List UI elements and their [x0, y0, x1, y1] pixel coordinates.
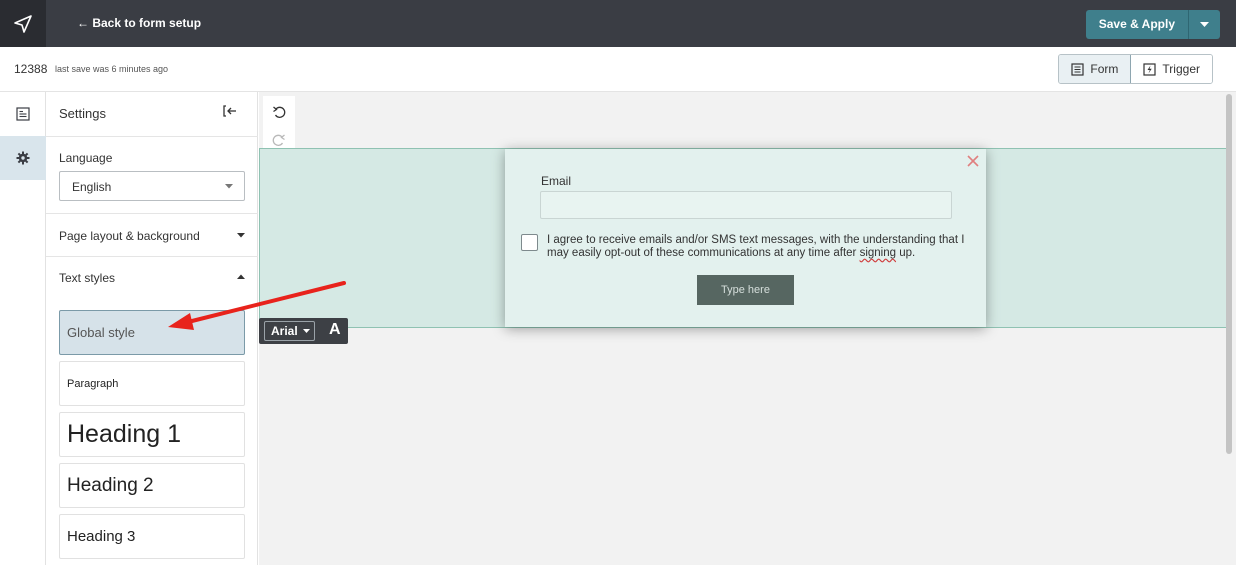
- style-paragraph[interactable]: Paragraph: [59, 361, 245, 406]
- section-text-styles[interactable]: Text styles: [59, 271, 115, 285]
- font-toolbar: Arial A: [259, 318, 348, 344]
- save-apply-button[interactable]: Save & Apply: [1086, 10, 1188, 39]
- tab-form[interactable]: Form: [1059, 55, 1132, 83]
- style-global-label: Global style: [67, 325, 135, 340]
- email-label: Email: [541, 174, 572, 188]
- font-family-value: Arial: [271, 324, 298, 338]
- tab-trigger-label: Trigger: [1162, 62, 1200, 76]
- settings-panel: Settings Language English Page layout & …: [46, 92, 258, 565]
- paper-plane-icon: [14, 14, 32, 33]
- back-to-form-setup-link[interactable]: ← Back to form setup: [77, 16, 201, 30]
- chevron-down-icon: [225, 184, 233, 189]
- close-button[interactable]: [967, 154, 979, 172]
- consent-text: I agree to receive emails and/or SMS tex…: [547, 234, 967, 260]
- settings-title: Settings: [59, 106, 106, 121]
- undo-button[interactable]: [263, 98, 295, 126]
- collapse-left-icon: [223, 105, 236, 117]
- style-heading-3-label: Heading 3: [67, 528, 136, 545]
- style-heading-1-label: Heading 1: [67, 420, 181, 448]
- style-heading-3[interactable]: Heading 3: [59, 514, 245, 559]
- collapse-panel-button[interactable]: [222, 104, 238, 121]
- language-label: Language: [59, 151, 113, 165]
- style-paragraph-label: Paragraph: [67, 377, 119, 390]
- text-color-button[interactable]: A: [329, 321, 341, 339]
- consent-text-flagged-word: signing: [859, 247, 897, 259]
- caret-down-icon: [302, 328, 310, 333]
- section-page-layout[interactable]: Page layout & background: [59, 229, 200, 243]
- save-options-dropdown[interactable]: [1188, 10, 1220, 39]
- redo-icon: [272, 134, 285, 146]
- icon-rail: [0, 92, 46, 565]
- caret-up-icon[interactable]: [237, 274, 245, 279]
- submit-button[interactable]: Type here: [697, 275, 794, 305]
- rail-item-form-fields[interactable]: [0, 92, 46, 136]
- status-row: 12388 last save was 6 minutes ago Form T…: [0, 47, 1236, 92]
- last-save-note: last save was 6 minutes ago: [55, 64, 169, 74]
- trigger-icon: [1143, 62, 1157, 76]
- signup-form-modal: Email I agree to receive emails and/or S…: [505, 149, 986, 327]
- caret-down-icon: [1200, 21, 1209, 27]
- divider: [46, 136, 258, 137]
- style-global[interactable]: Global style: [59, 310, 245, 355]
- style-heading-2-label: Heading 2: [67, 474, 154, 496]
- language-select[interactable]: English: [59, 171, 245, 201]
- consent-checkbox[interactable]: [521, 234, 538, 251]
- style-heading-1[interactable]: Heading 1: [59, 412, 245, 457]
- gear-icon: [16, 151, 30, 165]
- font-family-select[interactable]: Arial: [264, 321, 315, 341]
- undo-icon: [273, 106, 286, 118]
- language-value: English: [72, 180, 112, 194]
- tab-trigger[interactable]: Trigger: [1131, 55, 1212, 83]
- history-controls: [263, 96, 295, 156]
- divider: [46, 213, 258, 214]
- save-apply-group: Save & Apply: [1085, 10, 1220, 39]
- form-id: 12388: [14, 62, 48, 76]
- rail-item-settings[interactable]: [0, 136, 46, 180]
- consent-text-end: up.: [896, 247, 916, 259]
- tab-form-label: Form: [1090, 62, 1119, 76]
- email-field[interactable]: [540, 191, 952, 219]
- top-bar: ← Back to form setup Save & Apply: [0, 0, 1236, 47]
- canvas-scrollbar[interactable]: [1226, 94, 1232, 454]
- divider: [46, 256, 258, 257]
- logo-button[interactable]: [0, 0, 46, 47]
- form-list-icon: [16, 107, 30, 121]
- style-heading-2[interactable]: Heading 2: [59, 463, 245, 508]
- caret-down-icon[interactable]: [237, 233, 245, 238]
- form-icon: [1071, 62, 1085, 76]
- close-icon: [967, 155, 979, 167]
- form-trigger-toggle: Form Trigger: [1058, 54, 1213, 84]
